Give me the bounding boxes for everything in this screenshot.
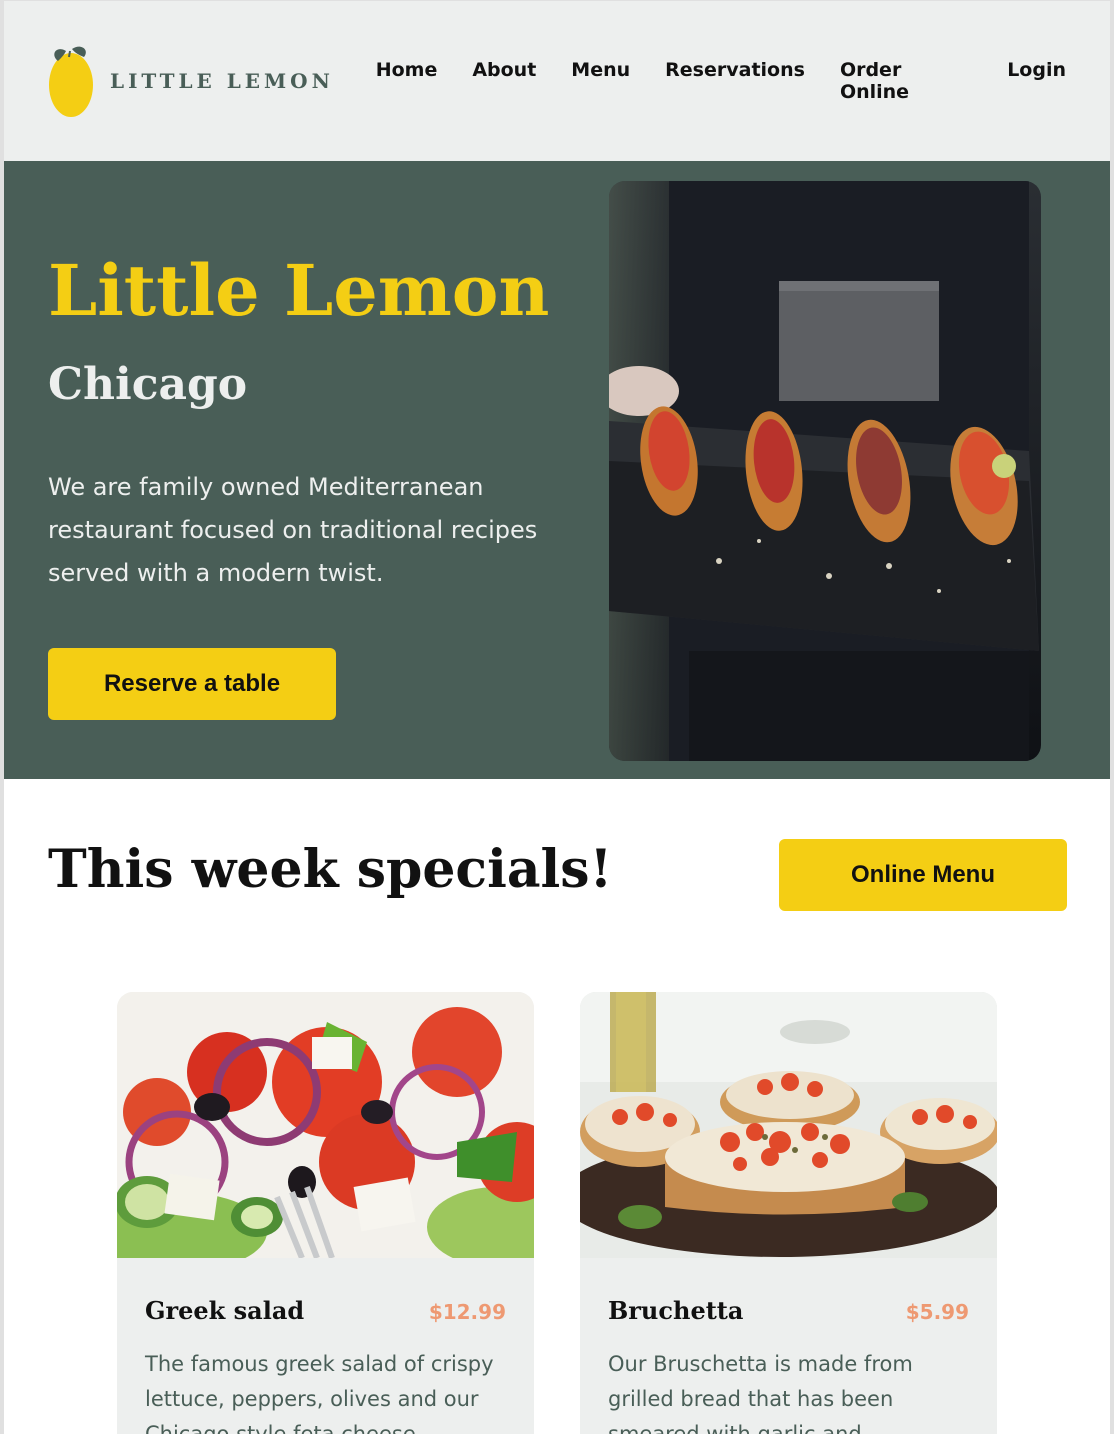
dish-description: Our Bruschetta is made from grilled brea… (608, 1352, 913, 1434)
logo[interactable]: LITTLE LEMON (48, 43, 376, 119)
dish-description: The famous greek salad of crispy lettuce… (145, 1352, 494, 1434)
logo-text: LITTLE LEMON (110, 69, 334, 93)
specials-title: This week specials! (48, 839, 613, 900)
nav-login[interactable]: Login (1007, 59, 1066, 103)
reserve-table-button[interactable]: Reserve a table (48, 648, 336, 720)
special-card-greek-salad[interactable]: Greek salad $12.99 The famous greek sala… (117, 992, 534, 1434)
greek-salad-image (117, 992, 534, 1272)
page: LITTLE LEMON Home About Menu Reservation… (0, 0, 1114, 1434)
card-header: Bruchetta $5.99 (580, 1258, 997, 1325)
special-card-bruchetta[interactable]: Bruchetta $5.99 Our Bruschetta is made f… (580, 992, 997, 1434)
online-menu-button[interactable]: Online Menu (779, 839, 1067, 911)
nav-about[interactable]: About (472, 59, 536, 103)
hero-subtitle: Chicago (48, 359, 248, 410)
dish-name: Bruchetta (608, 1296, 744, 1325)
nav-reservations[interactable]: Reservations (665, 59, 805, 103)
hero-food-image (609, 181, 1041, 761)
site-header: LITTLE LEMON Home About Menu Reservation… (4, 1, 1110, 161)
card-header: Greek salad $12.99 (117, 1258, 534, 1325)
hero-section: Little Lemon Chicago We are family owned… (4, 161, 1110, 779)
dish-price: $5.99 (905, 1300, 969, 1324)
nav-order-online[interactable]: Order Online (840, 59, 972, 103)
dish-name: Greek salad (145, 1296, 305, 1325)
hero-title: Little Lemon (48, 249, 550, 332)
dish-price: $12.99 (428, 1300, 506, 1324)
lemon-icon (48, 43, 94, 119)
nav-home[interactable]: Home (376, 59, 438, 103)
bruchetta-image (580, 992, 997, 1258)
main-nav: Home About Menu Reservations Order Onlin… (376, 59, 1066, 103)
nav-menu[interactable]: Menu (571, 59, 630, 103)
hero-description: We are family owned Mediterranean restau… (48, 473, 538, 587)
